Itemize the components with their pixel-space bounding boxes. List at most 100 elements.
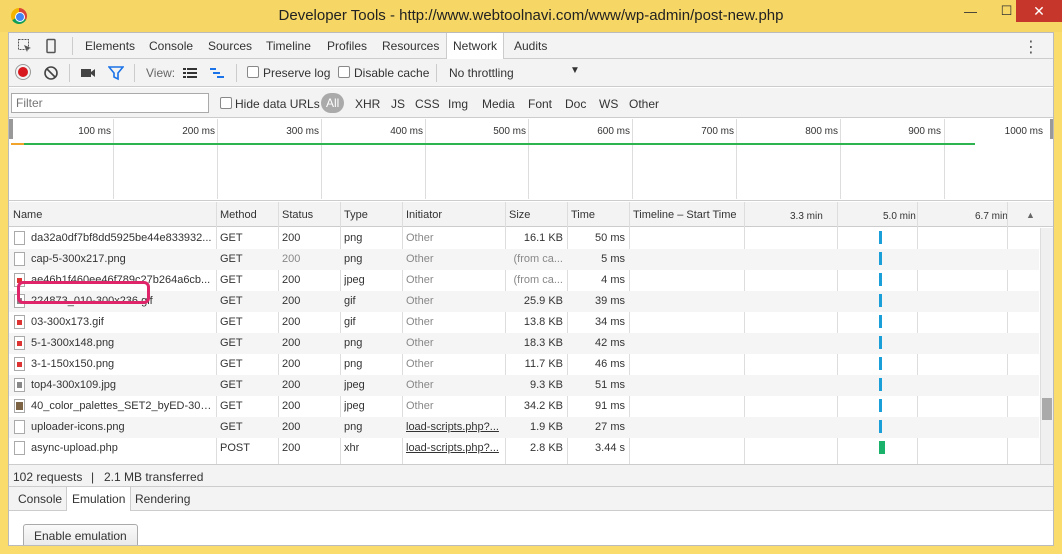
request-name[interactable]: async-upload.php xyxy=(31,442,213,454)
view-label: View: xyxy=(146,66,176,80)
filter-ws[interactable]: WS xyxy=(599,97,618,111)
overview-left-handle[interactable] xyxy=(9,119,13,139)
record-icon[interactable] xyxy=(16,65,30,79)
request-type: jpeg xyxy=(344,379,365,391)
table-row[interactable]: 03-300x173.gif GET 200 gif Other 13.8 KB 34 ms xyxy=(9,312,1039,333)
column-timeline[interactable]: Timeline – Start Time xyxy=(633,209,737,221)
tab-audits[interactable]: Audits xyxy=(508,33,553,59)
filter-css[interactable]: CSS xyxy=(415,97,440,111)
column-method[interactable]: Method xyxy=(220,209,257,221)
column-name[interactable]: Name xyxy=(13,209,42,221)
table-row[interactable]: top4-300x109.jpg GET 200 jpeg Other 9.3 KB 51 … xyxy=(9,375,1039,396)
inspect-element-icon[interactable] xyxy=(17,38,33,54)
table-row[interactable]: uploader-icons.png GET 200 png load-scripts.… xyxy=(9,417,1039,438)
request-name[interactable]: da32a0df7bf8dd5925be44e833932... xyxy=(31,232,213,244)
tab-network[interactable]: Network xyxy=(446,33,505,59)
request-size: (from ca... xyxy=(513,274,563,286)
request-size: 18.3 KB xyxy=(523,337,563,349)
filter-icon[interactable] xyxy=(107,65,125,81)
drawer-tab-rendering[interactable]: Rendering xyxy=(130,487,195,511)
request-initiator[interactable]: load-scripts.php?... xyxy=(406,421,502,433)
request-name[interactable]: uploader-icons.png xyxy=(31,421,213,433)
hide-data-urls-label[interactable]: Hide data URLs xyxy=(235,97,320,111)
tab-elements[interactable]: Elements xyxy=(79,33,141,59)
request-name[interactable]: 03-300x173.gif xyxy=(31,316,213,328)
throttling-select[interactable]: No throttling xyxy=(449,66,514,80)
request-name[interactable]: cap-5-300x217.png xyxy=(31,253,213,265)
waterfall-bar xyxy=(879,273,882,286)
device-mode-icon[interactable] xyxy=(43,38,59,54)
tab-profiles[interactable]: Profiles xyxy=(321,33,373,59)
request-name[interactable]: 3-1-150x150.png xyxy=(31,358,213,370)
request-name[interactable]: 5-1-300x148.png xyxy=(31,337,213,349)
drawer-tab-emulation[interactable]: Emulation xyxy=(66,487,132,511)
table-row[interactable]: 40_color_palettes_SET2_byED-300x... GET 20… xyxy=(9,396,1039,417)
chevron-down-icon[interactable]: ▼ xyxy=(570,65,580,76)
disable-cache-label[interactable]: Disable cache xyxy=(354,66,429,80)
request-status: 200 xyxy=(282,358,301,370)
request-initiator[interactable]: load-scripts.php?... xyxy=(406,442,502,454)
filter-media[interactable]: Media xyxy=(482,97,515,111)
camera-icon[interactable] xyxy=(80,65,96,81)
scrollbar-thumb[interactable] xyxy=(1042,398,1052,420)
request-type: png xyxy=(344,421,363,433)
tab-console[interactable]: Console xyxy=(143,33,199,59)
more-options-icon[interactable]: ⋮ xyxy=(1023,37,1039,57)
column-time[interactable]: Time xyxy=(571,209,595,221)
table-row[interactable]: async-upload.php POST 200 xhr load-scripts.p… xyxy=(9,438,1039,459)
waterfall-bar xyxy=(879,294,882,307)
preserve-log-checkbox[interactable] xyxy=(247,66,259,78)
close-button[interactable]: ✕ xyxy=(1016,0,1062,22)
filter-font[interactable]: Font xyxy=(528,97,552,111)
request-type: png xyxy=(344,358,363,370)
table-row[interactable]: 3-1-150x150.png GET 200 png Other 11.7 KB 46 m… xyxy=(9,354,1039,375)
tab-resources[interactable]: Resources xyxy=(376,33,445,59)
filter-js[interactable]: JS xyxy=(391,97,405,111)
devtools-panel: Elements Console Sources Timeline Profil… xyxy=(8,32,1054,546)
filter-all-button[interactable]: All xyxy=(321,93,345,113)
disable-cache-checkbox[interactable] xyxy=(338,66,350,78)
toolbar-separator xyxy=(236,64,237,82)
drawer-tab-console[interactable]: Console xyxy=(13,487,67,511)
column-initiator[interactable]: Initiator xyxy=(406,209,442,221)
request-status: 200 xyxy=(282,337,301,349)
timeline-overview[interactable]: 100 ms 200 ms 300 ms 400 ms 500 ms 600 m… xyxy=(9,119,1053,201)
table-row[interactable]: ae46b1f460ee46f789c27b264a6cb... GET 200 jp… xyxy=(9,270,1039,291)
large-rows-icon[interactable] xyxy=(182,65,198,81)
filter-input[interactable] xyxy=(11,93,209,113)
table-row[interactable]: 224873_010-300x236.gif GET 200 gif Other 25.9… xyxy=(9,291,1039,312)
preserve-log-label[interactable]: Preserve log xyxy=(263,66,330,80)
sort-ascending-icon[interactable]: ▲ xyxy=(1026,210,1035,220)
request-method: GET xyxy=(220,274,243,286)
waterfall-view-icon[interactable] xyxy=(209,65,225,81)
request-time: 91 ms xyxy=(595,400,625,412)
table-row[interactable]: cap-5-300x217.png GET 200 png Other (from ca.… xyxy=(9,249,1039,270)
grid-line xyxy=(736,119,737,199)
drawer-tab-bar: Console Emulation Rendering xyxy=(9,487,1053,511)
enable-emulation-button[interactable]: Enable emulation xyxy=(23,524,138,545)
request-name[interactable]: top4-300x109.jpg xyxy=(31,379,213,391)
tick-label: 200 ms xyxy=(182,126,215,137)
filter-img[interactable]: Img xyxy=(448,97,468,111)
waterfall-bar xyxy=(879,357,882,370)
table-row[interactable]: 5-1-300x148.png GET 200 png Other 18.3 KB 42 m… xyxy=(9,333,1039,354)
request-name[interactable]: 40_color_palettes_SET2_byED-300x... xyxy=(31,400,213,412)
tab-sources[interactable]: Sources xyxy=(202,33,258,59)
request-type: png xyxy=(344,232,363,244)
overview-right-handle[interactable] xyxy=(1050,119,1053,139)
clear-icon[interactable] xyxy=(43,65,59,81)
column-status[interactable]: Status xyxy=(282,209,313,221)
tab-timeline[interactable]: Timeline xyxy=(260,33,317,59)
request-method: GET xyxy=(220,316,243,328)
hide-data-urls-checkbox[interactable] xyxy=(220,97,232,109)
filter-xhr[interactable]: XHR xyxy=(355,97,380,111)
column-type[interactable]: Type xyxy=(344,209,368,221)
filter-doc[interactable]: Doc xyxy=(565,97,586,111)
request-status: 200 xyxy=(282,442,301,454)
filter-other[interactable]: Other xyxy=(629,97,659,111)
vertical-scrollbar[interactable] xyxy=(1040,228,1053,464)
waterfall-bar xyxy=(879,399,882,412)
request-type: png xyxy=(344,337,363,349)
column-size[interactable]: Size xyxy=(509,209,530,221)
table-row[interactable]: da32a0df7bf8dd5925be44e833932... GET 200 pn… xyxy=(9,228,1039,249)
